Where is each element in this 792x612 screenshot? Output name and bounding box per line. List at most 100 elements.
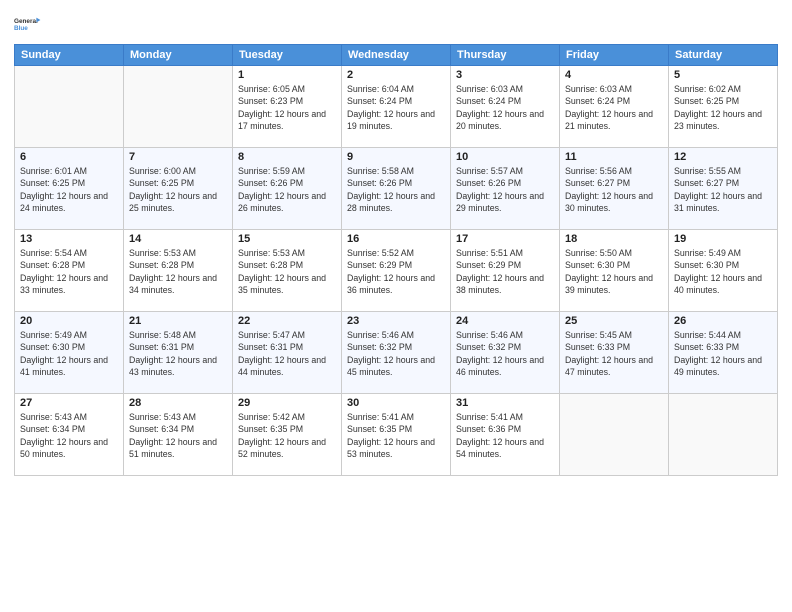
svg-text:Blue: Blue [14,25,28,32]
day-info: Sunrise: 5:41 AM Sunset: 6:35 PM Dayligh… [347,411,445,460]
day-info: Sunrise: 5:44 AM Sunset: 6:33 PM Dayligh… [674,329,772,378]
day-cell: 15Sunrise: 5:53 AM Sunset: 6:28 PM Dayli… [233,230,342,312]
day-number: 18 [565,233,663,245]
day-cell: 28 Sunrise: 5:43 AM Sunset: 6:34 PM Dayli… [124,394,233,476]
day-number: 27 [20,397,118,409]
day-cell: 2 Sunrise: 6:04 AM Sunset: 6:24 PM Daylig… [342,66,451,148]
day-cell: 11 Sunrise: 5:56 AM Sunset: 6:27 PM Dayli… [560,148,669,230]
day-number: 9 [347,151,445,163]
day-cell: 4 Sunrise: 6:03 AM Sunset: 6:24 PM Daylig… [560,66,669,148]
day-info: Sunrise: 5:55 AM Sunset: 6:27 PM Dayligh… [674,165,772,214]
day-info: Sunrise: 5:50 AM Sunset: 6:30 PM Dayligh… [565,247,663,296]
day-cell: 3 Sunrise: 6:03 AM Sunset: 6:24 PM Daylig… [451,66,560,148]
day-number: 25 [565,315,663,327]
day-info: Sunrise: 5:42 AM Sunset: 6:35 PM Dayligh… [238,411,336,460]
day-cell: 24 Sunrise: 5:46 AM Sunset: 6:32 PM Dayli… [451,312,560,394]
day-number: 24 [456,315,554,327]
day-number: 13 [20,233,118,245]
day-number: 1 [238,69,336,81]
svg-text:General: General [14,18,38,25]
weekday-saturday: Saturday [669,45,778,66]
day-number: 26 [674,315,772,327]
day-info: Sunrise: 6:05 AM Sunset: 6:23 PM Dayligh… [238,83,336,132]
day-info: Sunrise: 5:49 AM Sunset: 6:30 PM Dayligh… [674,247,772,296]
day-info: Sunrise: 5:49 AM Sunset: 6:30 PM Dayligh… [20,329,118,378]
week-row-5: 27 Sunrise: 5:43 AM Sunset: 6:34 PM Dayli… [15,394,778,476]
day-info: Sunrise: 5:54 AM Sunset: 6:28 PM Dayligh… [20,247,118,296]
day-number: 7 [129,151,227,163]
day-number: 6 [20,151,118,163]
day-info: Sunrise: 5:46 AM Sunset: 6:32 PM Dayligh… [347,329,445,378]
page: GeneralBlue SundayMondayTuesdayWednesday… [0,0,792,612]
day-info: Sunrise: 5:43 AM Sunset: 6:34 PM Dayligh… [129,411,227,460]
day-cell: 10 Sunrise: 5:57 AM Sunset: 6:26 PM Dayli… [451,148,560,230]
day-info: Sunrise: 6:03 AM Sunset: 6:24 PM Dayligh… [565,83,663,132]
logo-icon: GeneralBlue [14,10,42,38]
day-number: 17 [456,233,554,245]
day-cell [560,394,669,476]
week-row-2: 6 Sunrise: 6:01 AM Sunset: 6:25 PM Daylig… [15,148,778,230]
day-number: 5 [674,69,772,81]
logo: GeneralBlue [14,10,42,38]
day-info: Sunrise: 6:01 AM Sunset: 6:25 PM Dayligh… [20,165,118,214]
day-info: Sunrise: 5:45 AM Sunset: 6:33 PM Dayligh… [565,329,663,378]
day-cell: 12 Sunrise: 5:55 AM Sunset: 6:27 PM Dayli… [669,148,778,230]
day-info: Sunrise: 5:56 AM Sunset: 6:27 PM Dayligh… [565,165,663,214]
day-number: 23 [347,315,445,327]
day-info: Sunrise: 5:41 AM Sunset: 6:36 PM Dayligh… [456,411,554,460]
day-cell: 16Sunrise: 5:52 AM Sunset: 6:29 PM Dayli… [342,230,451,312]
day-info: Sunrise: 6:04 AM Sunset: 6:24 PM Dayligh… [347,83,445,132]
day-info: Sunrise: 6:00 AM Sunset: 6:25 PM Dayligh… [129,165,227,214]
week-row-4: 20 Sunrise: 5:49 AM Sunset: 6:30 PM Dayli… [15,312,778,394]
day-number: 12 [674,151,772,163]
day-number: 10 [456,151,554,163]
day-info: Sunrise: 5:46 AM Sunset: 6:32 PM Dayligh… [456,329,554,378]
day-cell: 26 Sunrise: 5:44 AM Sunset: 6:33 PM Dayli… [669,312,778,394]
week-row-1: 1 Sunrise: 6:05 AM Sunset: 6:23 PM Daylig… [15,66,778,148]
day-info: Sunrise: 5:48 AM Sunset: 6:31 PM Dayligh… [129,329,227,378]
day-info: Sunrise: 6:03 AM Sunset: 6:24 PM Dayligh… [456,83,554,132]
day-cell: 7 Sunrise: 6:00 AM Sunset: 6:25 PM Daylig… [124,148,233,230]
day-number: 21 [129,315,227,327]
day-cell: 29 Sunrise: 5:42 AM Sunset: 6:35 PM Dayli… [233,394,342,476]
day-info: Sunrise: 5:57 AM Sunset: 6:26 PM Dayligh… [456,165,554,214]
day-cell: 21 Sunrise: 5:48 AM Sunset: 6:31 PM Dayli… [124,312,233,394]
header: GeneralBlue [14,10,778,38]
day-number: 30 [347,397,445,409]
day-cell: 30 Sunrise: 5:41 AM Sunset: 6:35 PM Dayli… [342,394,451,476]
day-number: 22 [238,315,336,327]
day-cell: 17 Sunrise: 5:51 AM Sunset: 6:29 PM Dayli… [451,230,560,312]
weekday-friday: Friday [560,45,669,66]
day-cell: 14 Sunrise: 5:53 AM Sunset: 6:28 PM Dayli… [124,230,233,312]
day-cell: 13 Sunrise: 5:54 AM Sunset: 6:28 PM Dayli… [15,230,124,312]
day-number: 20 [20,315,118,327]
day-info: Sunrise: 5:59 AM Sunset: 6:26 PM Dayligh… [238,165,336,214]
calendar: SundayMondayTuesdayWednesdayThursdayFrid… [14,44,778,476]
day-info: Sunrise: 5:53 AM Sunset: 6:28 PM Dayligh… [238,247,336,296]
weekday-header-row: SundayMondayTuesdayWednesdayThursdayFrid… [15,45,778,66]
day-cell: 19Sunrise: 5:49 AM Sunset: 6:30 PM Dayli… [669,230,778,312]
day-cell: 6 Sunrise: 6:01 AM Sunset: 6:25 PM Daylig… [15,148,124,230]
day-info: Sunrise: 5:53 AM Sunset: 6:28 PM Dayligh… [129,247,227,296]
day-info: Sunrise: 5:51 AM Sunset: 6:29 PM Dayligh… [456,247,554,296]
weekday-wednesday: Wednesday [342,45,451,66]
day-cell: 9 Sunrise: 5:58 AM Sunset: 6:26 PM Daylig… [342,148,451,230]
day-info: Sunrise: 5:58 AM Sunset: 6:26 PM Dayligh… [347,165,445,214]
day-cell: 5Sunrise: 6:02 AM Sunset: 6:25 PM Daylig… [669,66,778,148]
day-cell: 31Sunrise: 5:41 AM Sunset: 6:36 PM Dayli… [451,394,560,476]
day-info: Sunrise: 5:43 AM Sunset: 6:34 PM Dayligh… [20,411,118,460]
day-number: 4 [565,69,663,81]
day-number: 3 [456,69,554,81]
day-info: Sunrise: 5:52 AM Sunset: 6:29 PM Dayligh… [347,247,445,296]
day-cell: 1 Sunrise: 6:05 AM Sunset: 6:23 PM Daylig… [233,66,342,148]
day-cell [15,66,124,148]
day-cell [669,394,778,476]
day-number: 14 [129,233,227,245]
day-number: 29 [238,397,336,409]
day-number: 28 [129,397,227,409]
day-cell: 27 Sunrise: 5:43 AM Sunset: 6:34 PM Dayli… [15,394,124,476]
day-number: 11 [565,151,663,163]
day-number: 2 [347,69,445,81]
day-number: 8 [238,151,336,163]
day-cell: 18 Sunrise: 5:50 AM Sunset: 6:30 PM Dayli… [560,230,669,312]
